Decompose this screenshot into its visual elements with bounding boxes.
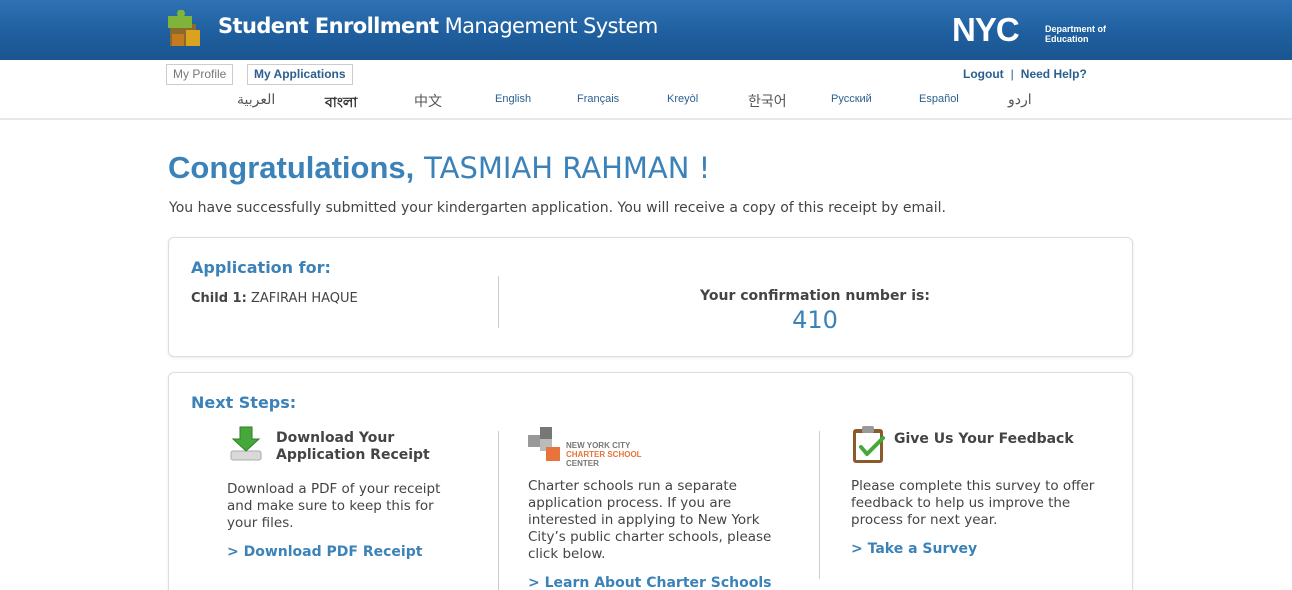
next-steps-heading: Next Steps:	[191, 393, 297, 412]
confirmation-number: 410	[792, 306, 838, 334]
language-link-english[interactable]: English	[495, 93, 531, 105]
download-arrow-icon	[230, 426, 262, 461]
download-step-text: Download a PDF of your receipt and make …	[227, 481, 441, 531]
language-link-spanish[interactable]: Español	[919, 93, 959, 105]
clipboard-check-icon	[853, 426, 885, 463]
steps-divider-1	[498, 431, 499, 590]
language-link-russian[interactable]: Русский	[831, 93, 872, 105]
steps-divider-2	[819, 431, 820, 579]
nyc-logo-text: NYC	[952, 14, 1019, 44]
top-header-bar: Student Enrollment Management System NYC…	[0, 0, 1292, 60]
logout-link[interactable]: Logout	[963, 67, 1004, 81]
congrats-word: Congratulations,	[168, 150, 415, 185]
link-separator: |	[1010, 67, 1014, 81]
applicant-name: TASMIAH RAHMAN !	[424, 151, 711, 185]
department-of-education-label: Department of Education	[1045, 24, 1107, 44]
puzzle-logo-icon	[168, 10, 200, 46]
charter-school-center-logo: NEW YORK CITY CHARTER SCHOOL CENTER	[528, 427, 642, 468]
header-divider	[0, 118, 1292, 120]
app-title: Student Enrollment Management System	[218, 14, 658, 38]
application-for-heading: Application for:	[191, 258, 331, 277]
feedback-step-text: Please complete this survey to offer fee…	[851, 478, 1095, 528]
take-a-survey-link[interactable]: > Take a Survey	[851, 541, 977, 557]
next-steps-card: Next Steps: Download Your Application Re…	[168, 372, 1133, 590]
need-help-link[interactable]: Need Help?	[1021, 67, 1087, 81]
card-divider	[498, 276, 499, 328]
language-link-haitian-creole[interactable]: Kreyòl	[667, 93, 698, 105]
confirmation-label: Your confirmation number is:	[700, 288, 930, 304]
nyc-logo-icon: NYC	[952, 14, 1020, 44]
language-link-korean[interactable]: 한국어	[748, 91, 787, 111]
learn-about-charter-schools-link[interactable]: > Learn About Charter Schools	[528, 575, 772, 590]
child-entry: Child 1: ZAFIRAH HAQUE	[191, 291, 358, 306]
child-label: Child 1:	[191, 291, 247, 306]
language-link-bengali[interactable]: বাংলা	[325, 91, 357, 115]
charter-step-text: Charter schools run a separate applicati…	[528, 478, 772, 562]
account-links: Logout | Need Help?	[963, 67, 1087, 81]
feedback-step-title: Give Us Your Feedback	[894, 431, 1074, 447]
tab-my-applications[interactable]: My Applications	[247, 64, 353, 85]
page-title: Congratulations, TASMIAH RAHMAN !	[168, 150, 710, 186]
child-name: ZAFIRAH HAQUE	[250, 291, 358, 306]
charter-logo-mark-icon	[528, 427, 560, 461]
language-link-urdu[interactable]: اردو	[1008, 91, 1032, 108]
language-link-arabic[interactable]: العربية	[237, 91, 275, 108]
language-link-chinese[interactable]: 中文	[414, 91, 442, 111]
language-link-french[interactable]: Français	[577, 93, 619, 105]
charter-logo-text: NEW YORK CITY CHARTER SCHOOL CENTER	[566, 441, 642, 468]
confirmation-message: You have successfully submitted your kin…	[169, 200, 946, 216]
tab-my-profile[interactable]: My Profile	[166, 64, 234, 85]
download-pdf-receipt-link[interactable]: > Download PDF Receipt	[227, 544, 422, 560]
download-step-title: Download Your Application Receipt	[276, 430, 430, 463]
application-summary-card: Application for: Child 1: ZAFIRAH HAQUE …	[168, 237, 1133, 357]
